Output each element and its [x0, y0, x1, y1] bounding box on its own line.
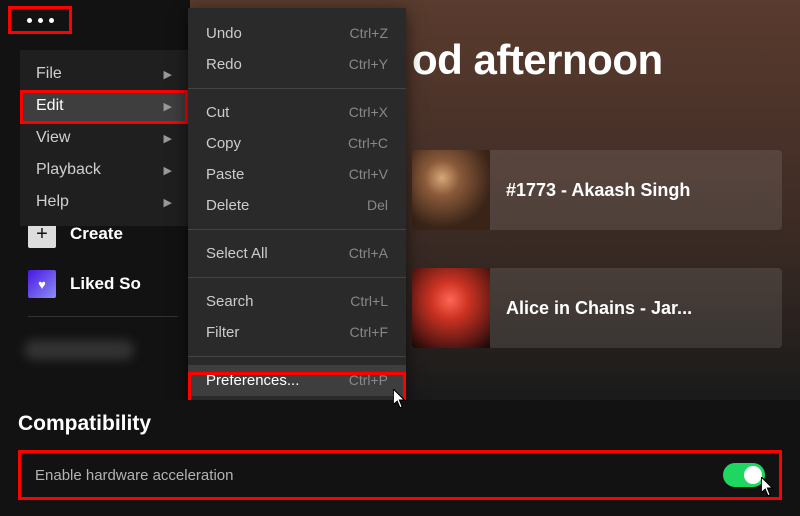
menu-shortcut: Del [367, 197, 388, 214]
dot-icon [27, 18, 32, 23]
card-thumbnail [412, 150, 490, 230]
edit-submenu: Undo Ctrl+Z Redo Ctrl+Y Cut Ctrl+X Copy … [188, 8, 406, 406]
menubar-item-edit[interactable]: Edit ▶ [20, 90, 188, 122]
menu-label: Redo [206, 56, 242, 73]
app-menu-button[interactable] [8, 6, 72, 34]
content-card[interactable]: Alice in Chains - Jar... [412, 268, 782, 348]
menubar-item-playback[interactable]: Playback ▶ [20, 154, 188, 186]
menu-search[interactable]: Search Ctrl+L [188, 286, 406, 317]
menu-preferences[interactable]: Preferences... Ctrl+P [188, 365, 406, 396]
content-card[interactable]: #1773 - Akaash Singh [412, 150, 782, 230]
card-title: Alice in Chains - Jar... [506, 296, 692, 320]
chevron-right-icon: ▶ [164, 196, 172, 209]
menu-select-all[interactable]: Select All Ctrl+A [188, 238, 406, 269]
menubar-label: Help [36, 193, 69, 211]
toggle-knob [744, 466, 762, 484]
sidebar-playlist-blur [24, 340, 134, 360]
menu-label: Select All [206, 245, 268, 262]
sidebar-liked-songs[interactable]: ♥ Liked So [28, 270, 141, 298]
menu-label: Cut [206, 104, 229, 121]
menu-undo[interactable]: Undo Ctrl+Z [188, 18, 406, 49]
menu-shortcut: Ctrl+L [350, 293, 388, 310]
hw-accel-toggle[interactable] [723, 463, 765, 487]
compatibility-section: Compatibility Enable hardware accelerati… [0, 400, 800, 516]
menu-shortcut: Ctrl+V [349, 166, 388, 183]
card-thumbnail [412, 268, 490, 348]
menu-separator [188, 356, 406, 357]
dot-icon [49, 18, 54, 23]
menu-delete[interactable]: Delete Del [188, 190, 406, 221]
menu-shortcut: Ctrl+X [349, 104, 388, 121]
greeting-heading: od afternoon [412, 36, 663, 84]
chevron-right-icon: ▶ [164, 164, 172, 177]
menubar-item-help[interactable]: Help ▶ [20, 186, 188, 218]
menu-label: Delete [206, 197, 249, 214]
section-heading: Compatibility [18, 412, 782, 436]
chevron-right-icon: ▶ [164, 100, 172, 113]
heart-icon: ♥ [28, 270, 56, 298]
setting-label: Enable hardware acceleration [35, 467, 233, 484]
menu-cut[interactable]: Cut Ctrl+X [188, 97, 406, 128]
menu-label: Copy [206, 135, 241, 152]
menubar-label: Playback [36, 161, 101, 179]
menubar-label: View [36, 129, 70, 147]
menu-label: Paste [206, 166, 244, 183]
menu-label: Search [206, 293, 254, 310]
menu-label: Filter [206, 324, 239, 341]
menu-shortcut: Ctrl+C [348, 135, 388, 152]
menu-shortcut: Ctrl+Z [350, 25, 389, 42]
menu-paste[interactable]: Paste Ctrl+V [188, 159, 406, 190]
menu-redo[interactable]: Redo Ctrl+Y [188, 49, 406, 80]
sidebar-item-label: Create [70, 224, 123, 244]
sidebar-divider [28, 316, 178, 317]
menu-shortcut: Ctrl+Y [349, 56, 388, 73]
menu-shortcut: Ctrl+F [350, 324, 389, 341]
chevron-right-icon: ▶ [164, 132, 172, 145]
menu-filter[interactable]: Filter Ctrl+F [188, 317, 406, 348]
menubar-label: File [36, 65, 62, 83]
dot-icon [38, 18, 43, 23]
card-title: #1773 - Akaash Singh [506, 178, 690, 202]
chevron-right-icon: ▶ [164, 68, 172, 81]
hw-accel-row: Enable hardware acceleration [18, 450, 782, 500]
menubar-item-view[interactable]: View ▶ [20, 122, 188, 154]
menubar-item-file[interactable]: File ▶ [20, 58, 188, 90]
menubar-label: Edit [36, 97, 64, 115]
menu-shortcut: Ctrl+P [349, 372, 388, 389]
menubar-dropdown: File ▶ Edit ▶ View ▶ Playback ▶ Help ▶ [20, 50, 188, 226]
menu-separator [188, 229, 406, 230]
menu-label: Undo [206, 25, 242, 42]
menu-separator [188, 277, 406, 278]
menu-copy[interactable]: Copy Ctrl+C [188, 128, 406, 159]
menu-separator [188, 88, 406, 89]
sidebar-item-label: Liked So [70, 274, 141, 294]
menu-shortcut: Ctrl+A [349, 245, 388, 262]
menu-label: Preferences... [206, 372, 299, 389]
